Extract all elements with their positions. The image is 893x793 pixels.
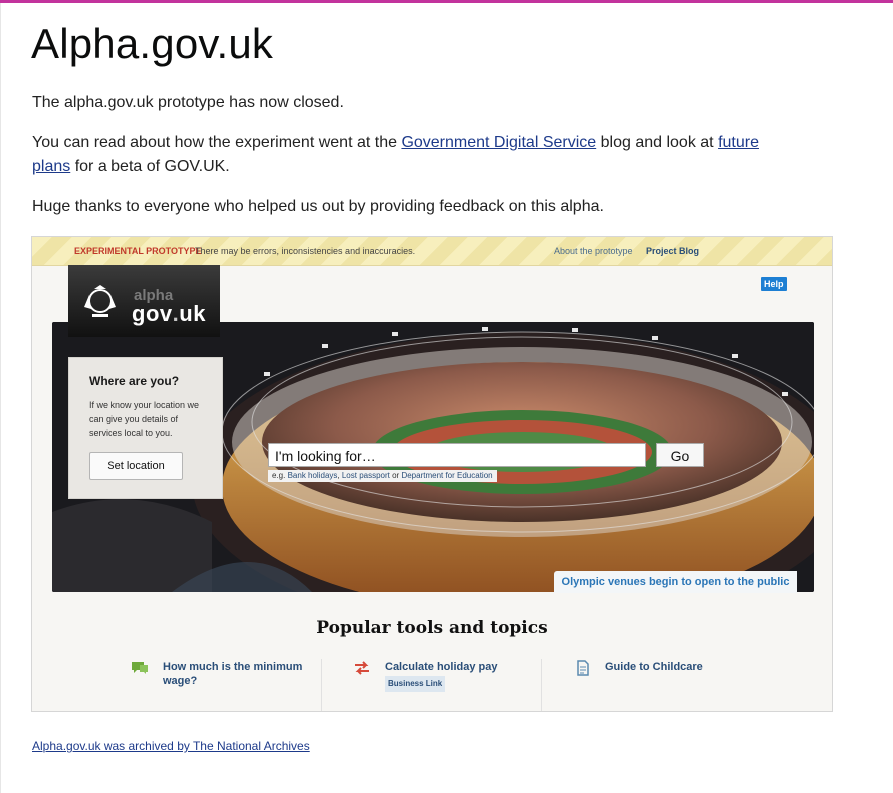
govuk-logo: alpha gov.uk [68, 265, 220, 337]
closed-notice: The alpha.gov.uk prototype has now close… [32, 94, 344, 111]
example-department-education: Department for Education [401, 471, 493, 480]
eg-prefix: e.g. [272, 471, 288, 480]
top-accent-bar [0, 0, 893, 3]
logo-gov-text: gov [132, 301, 173, 326]
royal-crest-icon [84, 285, 116, 317]
tool-minimum-wage: How much is the minimum wage? [132, 660, 313, 688]
help-badge: Help [761, 277, 787, 291]
search-input: I'm looking for… [268, 443, 646, 467]
tool-holiday-pay: Calculate holiday pay Business Link [355, 660, 535, 692]
location-text: If we know your location we can give you… [89, 400, 200, 438]
business-link-tag: Business Link [385, 676, 446, 692]
alpha-screenshot: EXPERIMENTAL PROTOTYPE There may be erro… [31, 236, 833, 712]
national-archives-link[interactable]: Alpha.gov.uk was archived by The Nationa… [32, 739, 310, 753]
olympic-news-link: Olympic venues begin to open to the publ… [554, 571, 797, 593]
blog-text-3: for a beta of GOV.UK. [70, 158, 230, 175]
warning-text: There may be errors, inconsistencies and… [195, 246, 416, 256]
set-location-button: Set location [89, 452, 183, 480]
tool-label: Calculate holiday pay [385, 661, 498, 673]
eg-sep-2: or [389, 471, 402, 480]
archive-notice: Alpha.gov.uk was archived by The Nationa… [32, 739, 310, 753]
example-lost-passport: Lost passport [341, 471, 390, 480]
document-icon [577, 660, 589, 676]
popular-heading: Popular tools and topics [316, 618, 548, 638]
tool-divider [541, 659, 542, 711]
blog-paragraph: You can read about how the experiment we… [32, 131, 772, 179]
about-prototype-link: About the prototype [554, 246, 633, 256]
project-blog-link: Project Blog [646, 246, 700, 256]
tool-label: Guide to Childcare [605, 661, 703, 673]
search-examples: e.g. Bank holidays, Lost passport or Dep… [268, 470, 497, 482]
arrows-icon [355, 661, 369, 675]
thanks-paragraph: Huge thanks to everyone who helped us ou… [32, 198, 604, 215]
speech-bubble-icon [132, 662, 148, 674]
tool-divider [321, 659, 322, 711]
tool-childcare: Guide to Childcare [577, 660, 755, 676]
gds-blog-link[interactable]: Government Digital Service [401, 134, 596, 151]
blog-text-2: blog and look at [596, 134, 719, 151]
logo-gov: gov.uk [132, 301, 206, 327]
experimental-label: EXPERIMENTAL PROTOTYPE [74, 246, 202, 256]
page-title: Alpha.gov.uk [31, 20, 274, 67]
location-panel: Where are you? If we know your location … [68, 357, 223, 499]
experimental-banner: EXPERIMENTAL PROTOTYPE There may be erro… [32, 237, 832, 266]
tool-label: How much is the minimum wage? [163, 661, 303, 687]
go-button: Go [656, 443, 704, 467]
logo-uk-text: uk [179, 301, 206, 326]
left-border [0, 3, 1, 793]
blog-text-1: You can read about how the experiment we… [32, 134, 402, 151]
location-heading: Where are you? [89, 374, 180, 388]
example-bank-holidays: Bank holidays [287, 471, 338, 480]
